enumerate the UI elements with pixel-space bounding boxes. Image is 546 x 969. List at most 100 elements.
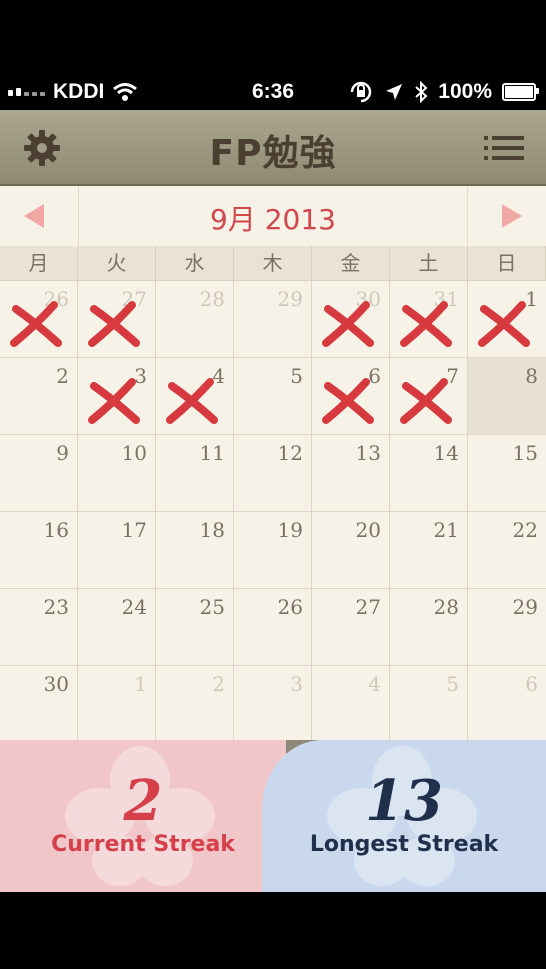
day-cell[interactable]: 24 bbox=[78, 589, 156, 666]
x-mark-icon bbox=[400, 378, 452, 424]
x-mark-icon bbox=[322, 378, 374, 424]
day-number: 9 bbox=[56, 441, 69, 465]
right-triangle-icon bbox=[502, 204, 522, 228]
weekday-header: 月火水木金土日 bbox=[0, 246, 546, 281]
day-cell[interactable]: 3 bbox=[78, 358, 156, 435]
day-cell[interactable]: 30 bbox=[312, 281, 390, 358]
weekday-label: 日 bbox=[468, 246, 546, 280]
day-cell[interactable]: 26 bbox=[0, 281, 78, 358]
day-cell[interactable]: 9 bbox=[0, 435, 78, 512]
x-mark-icon bbox=[322, 301, 374, 347]
bluetooth-icon bbox=[415, 81, 428, 103]
day-number: 2 bbox=[56, 364, 69, 388]
x-mark-icon bbox=[88, 301, 140, 347]
x-mark-icon bbox=[400, 301, 452, 347]
week-row: 9 10 11 12 13 14 15 bbox=[0, 435, 546, 512]
day-cell[interactable]: 13 bbox=[312, 435, 390, 512]
day-number: 14 bbox=[433, 441, 459, 465]
day-cell[interactable]: 28 bbox=[390, 589, 468, 666]
day-number: 29 bbox=[277, 287, 303, 311]
day-number: 22 bbox=[512, 518, 538, 542]
day-number: 5 bbox=[446, 672, 459, 696]
current-streak: 2 Current Streak bbox=[0, 740, 286, 892]
day-cell[interactable]: 28 bbox=[156, 281, 234, 358]
day-number: 23 bbox=[43, 595, 69, 619]
day-number: 24 bbox=[121, 595, 147, 619]
battery-percent: 100% bbox=[438, 80, 492, 103]
day-cell[interactable]: 3 bbox=[234, 666, 312, 743]
day-cell[interactable]: 5 bbox=[390, 666, 468, 743]
weekday-label: 水 bbox=[156, 246, 234, 280]
day-number: 12 bbox=[277, 441, 303, 465]
month-label: 9月 2013 bbox=[210, 203, 336, 236]
day-cell[interactable]: 26 bbox=[234, 589, 312, 666]
day-number: 18 bbox=[199, 518, 225, 542]
day-number: 1 bbox=[134, 672, 147, 696]
day-number: 2 bbox=[212, 672, 225, 696]
day-cell[interactable]: 11 bbox=[156, 435, 234, 512]
day-cell[interactable]: 2 bbox=[156, 666, 234, 743]
day-cell[interactable]: 29 bbox=[234, 281, 312, 358]
day-cell[interactable]: 1 bbox=[468, 281, 546, 358]
x-mark-icon bbox=[166, 378, 218, 424]
day-number: 28 bbox=[433, 595, 459, 619]
day-cell[interactable]: 27 bbox=[312, 589, 390, 666]
day-cell[interactable]: 5 bbox=[234, 358, 312, 435]
day-number: 30 bbox=[43, 672, 69, 696]
battery-icon bbox=[502, 83, 539, 101]
current-streak-label: Current Streak bbox=[51, 832, 235, 857]
left-triangle-icon bbox=[24, 204, 44, 228]
day-cell[interactable]: 29 bbox=[468, 589, 546, 666]
prev-month-button[interactable] bbox=[0, 186, 79, 246]
day-number: 8 bbox=[525, 364, 538, 388]
day-cell[interactable]: 18 bbox=[156, 512, 234, 589]
day-number: 27 bbox=[355, 595, 381, 619]
x-mark-icon bbox=[88, 378, 140, 424]
day-number: 5 bbox=[290, 364, 303, 388]
day-cell[interactable]: 27 bbox=[78, 281, 156, 358]
day-number: 6 bbox=[525, 672, 538, 696]
day-number: 15 bbox=[512, 441, 538, 465]
current-streak-value: 2 bbox=[123, 768, 163, 834]
day-cell[interactable]: 6 bbox=[312, 358, 390, 435]
day-cell[interactable]: 7 bbox=[390, 358, 468, 435]
week-row: 16 17 18 19 20 21 22 bbox=[0, 512, 546, 589]
day-cell[interactable]: 12 bbox=[234, 435, 312, 512]
day-cell[interactable]: 19 bbox=[234, 512, 312, 589]
day-cell[interactable]: 2 bbox=[0, 358, 78, 435]
battery-fill bbox=[505, 86, 533, 98]
day-cell[interactable]: 30 bbox=[0, 666, 78, 743]
day-cell[interactable]: 15 bbox=[468, 435, 546, 512]
day-cell[interactable]: 6 bbox=[468, 666, 546, 743]
day-cell[interactable]: 17 bbox=[78, 512, 156, 589]
day-cell[interactable]: 14 bbox=[390, 435, 468, 512]
day-cell[interactable]: 16 bbox=[0, 512, 78, 589]
day-cell[interactable]: 10 bbox=[78, 435, 156, 512]
x-mark-icon bbox=[10, 301, 62, 347]
day-number: 4 bbox=[368, 672, 381, 696]
weekday-label: 月 bbox=[0, 246, 78, 280]
weekday-label: 土 bbox=[390, 246, 468, 280]
day-number: 26 bbox=[277, 595, 303, 619]
day-cell[interactable]: 22 bbox=[468, 512, 546, 589]
day-cell[interactable]: 4 bbox=[312, 666, 390, 743]
day-cell[interactable]: 21 bbox=[390, 512, 468, 589]
day-cell[interactable]: 23 bbox=[0, 589, 78, 666]
day-cell[interactable]: 25 bbox=[156, 589, 234, 666]
day-cell[interactable]: 8 bbox=[468, 358, 546, 435]
day-cell[interactable]: 4 bbox=[156, 358, 234, 435]
next-month-button[interactable] bbox=[467, 186, 546, 246]
day-cell[interactable]: 1 bbox=[78, 666, 156, 743]
day-grid: 26 27 28 29 30 31 1 2 3 4 5 6 7 8 9 10 11 12 13 14 15 16 17 18 1… bbox=[0, 281, 546, 743]
day-cell[interactable]: 31 bbox=[390, 281, 468, 358]
day-number: 10 bbox=[121, 441, 147, 465]
list-icon[interactable] bbox=[484, 134, 524, 162]
weekday-label: 金 bbox=[312, 246, 390, 280]
day-cell[interactable]: 20 bbox=[312, 512, 390, 589]
nav-bar: FP勉強 bbox=[0, 110, 546, 186]
day-number: 3 bbox=[290, 672, 303, 696]
streak-panel: 2 Current Streak 13 Longest Streak bbox=[0, 740, 546, 892]
week-row: 30 1 2 3 4 5 6 bbox=[0, 666, 546, 743]
longest-streak: 13 Longest Streak bbox=[262, 740, 546, 892]
longest-streak-label: Longest Streak bbox=[309, 832, 499, 857]
